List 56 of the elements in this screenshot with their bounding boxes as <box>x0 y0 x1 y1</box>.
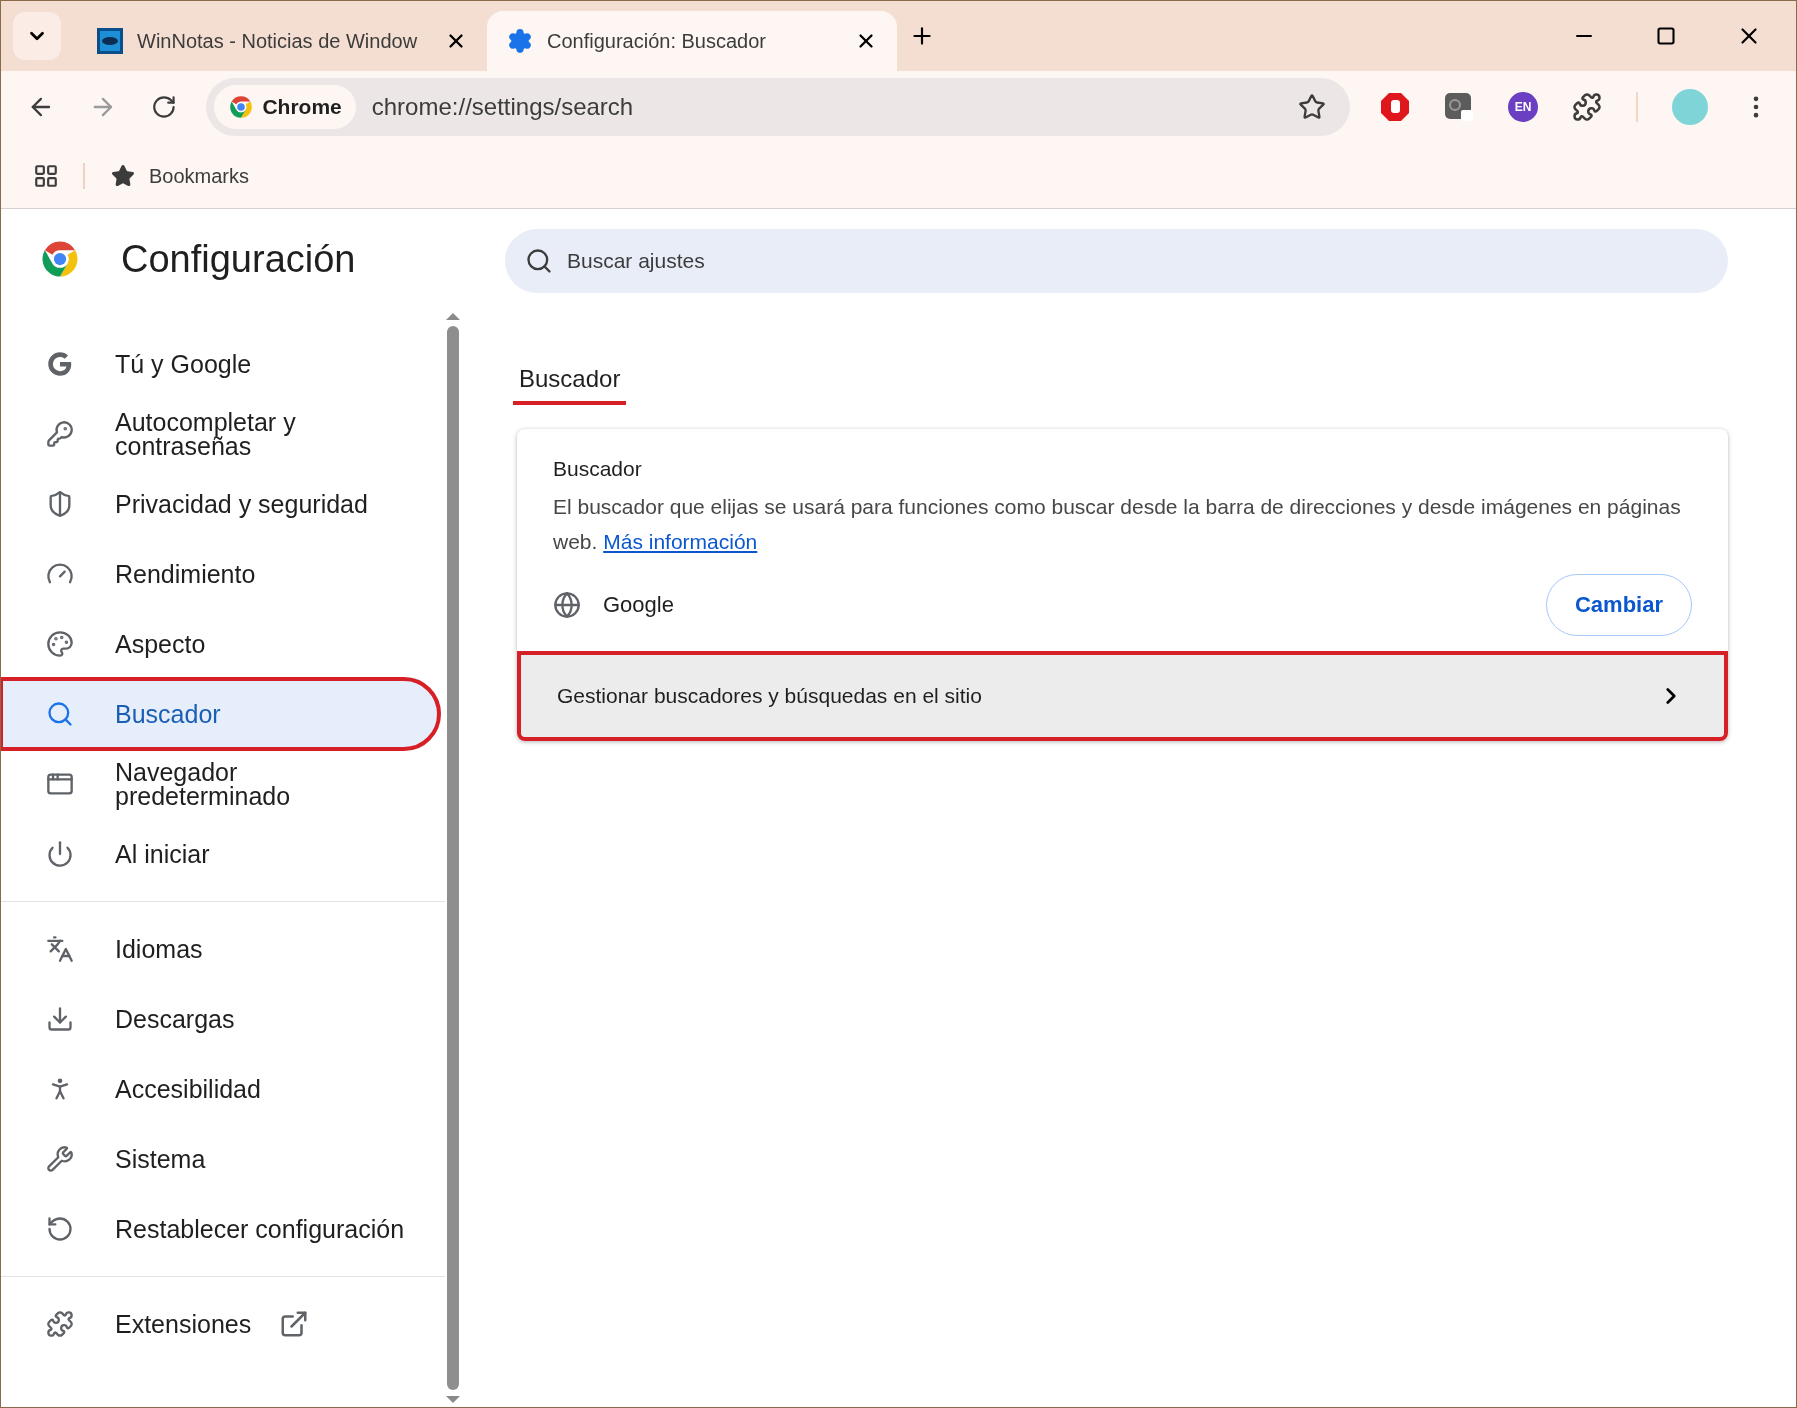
more-info-link[interactable]: Más información <box>603 529 758 553</box>
nav-item[interactable]: Autocompletar y contraseñas <box>1 399 439 469</box>
maximize-icon[interactable] <box>1656 26 1676 46</box>
section-heading: Buscador <box>513 361 627 405</box>
external-link-icon[interactable] <box>279 1309 310 1339</box>
card-title: Buscador <box>553 456 643 482</box>
browser-tab[interactable]: WinNotas - Noticias de Window <box>77 11 487 71</box>
nav-item[interactable]: Accesibilidad <box>1 1054 439 1124</box>
nav-item[interactable]: Navegador predeterminado <box>1 749 439 819</box>
translate-icon <box>46 935 74 963</box>
card-description: El buscador que elijas se usará para funciones como buscar desde la barra de direcciones y desde imágenes en páginas web. Más información <box>553 493 1682 555</box>
extension-icon[interactable] <box>1444 92 1474 122</box>
browser-tab[interactable]: Configuración: Buscador <box>487 11 897 71</box>
nav-item[interactable]: Aspecto <box>1 609 439 679</box>
engine-name: Google <box>603 591 675 619</box>
address-bar[interactable]: Chrome chrome://settings/search <box>206 78 1350 136</box>
nav-item[interactable]: Al iniciar <box>1 819 439 889</box>
power-icon <box>46 840 74 868</box>
search-field[interactable]: Buscar ajustes <box>505 229 1728 293</box>
nav-item[interactable]: Rendimiento <box>1 539 439 609</box>
scroll-down-icon[interactable] <box>446 1396 460 1403</box>
globe-icon <box>553 590 581 619</box>
site-chip[interactable]: Chrome <box>214 85 356 129</box>
page-title: Configuración <box>121 236 356 282</box>
nav-item[interactable]: Extensiones <box>1 1289 439 1359</box>
puzzle-icon <box>46 1310 74 1338</box>
search-icon <box>46 700 74 728</box>
star-icon <box>111 163 135 188</box>
nav-item[interactable]: Sistema <box>1 1124 439 1194</box>
manage-search-engines-row[interactable]: Gestionar buscadores y búsquedas en el sitio <box>517 650 1728 741</box>
apps-grid-icon[interactable] <box>33 162 59 189</box>
scroll-up-icon[interactable] <box>446 313 460 320</box>
bookmarks-button[interactable]: Bookmarks <box>111 160 250 191</box>
nav-item[interactable]: Restablecer configuración <box>1 1194 439 1264</box>
puzzle-icon[interactable] <box>1572 92 1602 122</box>
nav-item[interactable]: Privacidad y seguridad <box>1 469 439 539</box>
bookmark-star-icon[interactable] <box>1298 93 1326 121</box>
gear-icon <box>507 28 533 54</box>
key-icon <box>46 420 74 448</box>
download-icon <box>46 1005 74 1033</box>
nav-item[interactable]: Descargas <box>1 984 439 1054</box>
nav-item[interactable]: Buscador <box>1 679 439 749</box>
palette-icon <box>46 630 74 658</box>
site-favicon-icon <box>97 28 123 54</box>
reset-icon <box>46 1215 74 1243</box>
search-icon <box>525 247 553 275</box>
nav-item[interactable]: Idiomas <box>1 914 439 984</box>
tab-title: WinNotas - Noticias de Window <box>137 29 419 54</box>
chrome-icon <box>228 94 255 120</box>
reload-icon[interactable] <box>150 94 177 120</box>
tab-search-button[interactable] <box>13 12 61 60</box>
url-text: chrome://settings/search <box>371 92 635 122</box>
wrench-icon <box>46 1145 74 1173</box>
language-badge[interactable]: EN <box>1508 92 1538 122</box>
tab-title: Configuración: Buscador <box>547 29 767 54</box>
nav-item[interactable]: Tú y Google <box>1 329 439 399</box>
